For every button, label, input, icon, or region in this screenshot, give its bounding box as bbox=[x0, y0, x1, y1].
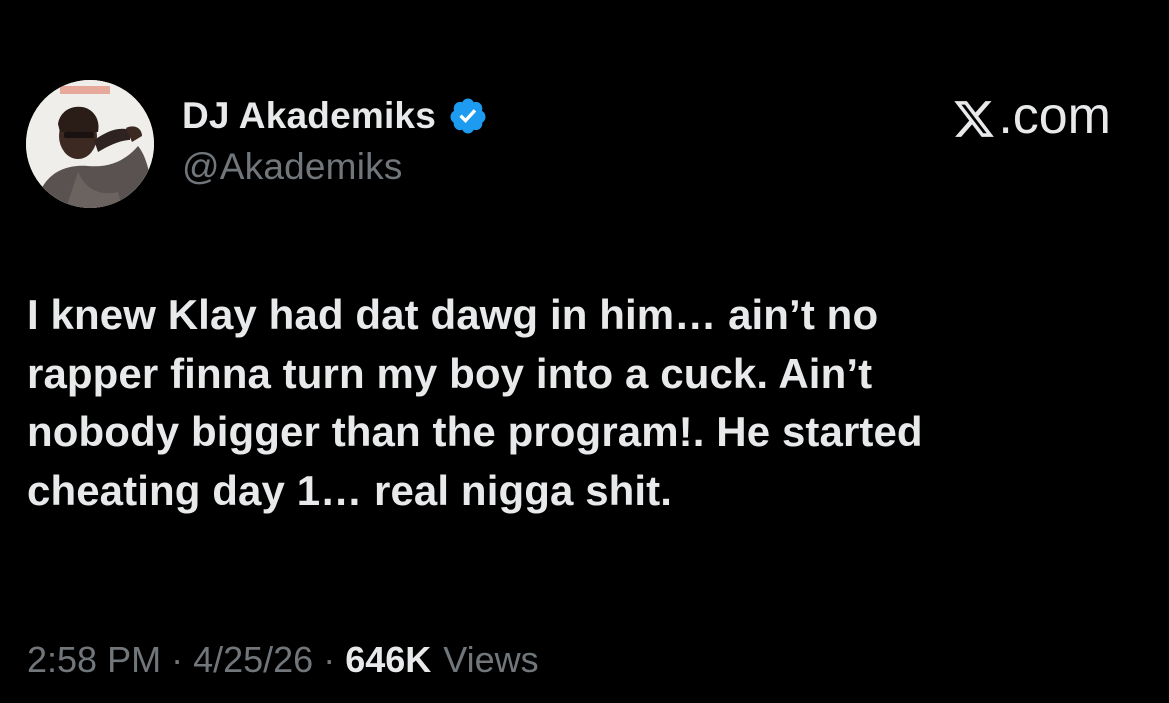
meta-separator: · bbox=[323, 639, 336, 680]
tweet-time[interactable]: 2:58 PM bbox=[27, 639, 161, 681]
meta-separator: · bbox=[171, 639, 184, 680]
tweet-metadata: 2:58 PM · 4/25/26 · 646K Views bbox=[27, 636, 539, 684]
author-display-name[interactable]: DJ Akademiks bbox=[182, 95, 436, 137]
verified-badge-icon[interactable] bbox=[448, 96, 488, 136]
tweet-card: DJ Akademiks @Akademiks .com I knew Klay… bbox=[0, 0, 1169, 703]
avatar-image bbox=[26, 80, 154, 208]
author-name-row: DJ Akademiks bbox=[182, 93, 488, 139]
avatar[interactable] bbox=[26, 80, 154, 208]
views-count[interactable]: 646K bbox=[345, 639, 431, 681]
brand-domain-text: .com bbox=[998, 87, 1111, 145]
tweet-date[interactable]: 4/25/26 bbox=[193, 639, 313, 681]
brand-logo: .com bbox=[952, 87, 1111, 145]
x-logo-icon bbox=[952, 94, 996, 138]
views-label: Views bbox=[443, 639, 539, 680]
author-handle[interactable]: @Akademiks bbox=[182, 146, 403, 188]
tweet-text: I knew Klay had dat dawg in him… ain’t n… bbox=[27, 291, 923, 514]
